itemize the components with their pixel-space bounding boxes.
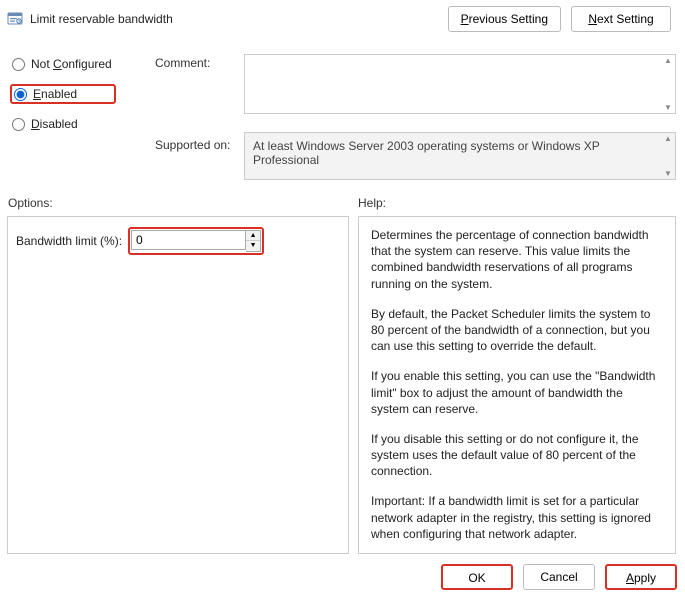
options-header: Options: [8, 196, 53, 210]
bandwidth-limit-label: Bandwidth limit (%): [16, 234, 122, 248]
apply-button[interactable]: Apply [605, 564, 677, 590]
help-panel: Determines the percentage of connection … [358, 216, 676, 554]
radio-disabled[interactable]: Disabled [10, 116, 116, 132]
policy-state-radio-group: Not Configured Enabled Disabled [10, 56, 116, 132]
comment-textarea[interactable] [244, 54, 676, 114]
bandwidth-limit-input[interactable] [131, 230, 246, 250]
policy-icon [6, 10, 24, 28]
options-panel: Bandwidth limit (%): ▲ ▼ [7, 216, 349, 554]
cancel-button[interactable]: Cancel [523, 564, 595, 590]
comment-label: Comment: [155, 56, 210, 70]
radio-enabled[interactable]: Enabled [10, 84, 116, 104]
window-title: Limit reservable bandwidth [30, 12, 173, 26]
spin-down-button[interactable]: ▼ [246, 241, 260, 251]
help-header: Help: [358, 196, 386, 210]
next-setting-button[interactable]: Next Setting [571, 6, 671, 32]
spin-up-button[interactable]: ▲ [246, 231, 260, 241]
ok-button[interactable]: OK [441, 564, 513, 590]
help-text: Determines the percentage of connection … [371, 227, 663, 543]
supported-on-label: Supported on: [155, 138, 230, 152]
bandwidth-limit-spinbox[interactable]: ▲ ▼ [128, 227, 264, 255]
previous-setting-button[interactable]: Previous Setting [448, 6, 561, 32]
supported-on-text: At least Windows Server 2003 operating s… [244, 132, 676, 180]
supported-scroll-arrows: ▲▼ [664, 134, 676, 178]
comment-scroll-arrows: ▲▼ [664, 56, 676, 112]
radio-not-configured[interactable]: Not Configured [10, 56, 116, 72]
